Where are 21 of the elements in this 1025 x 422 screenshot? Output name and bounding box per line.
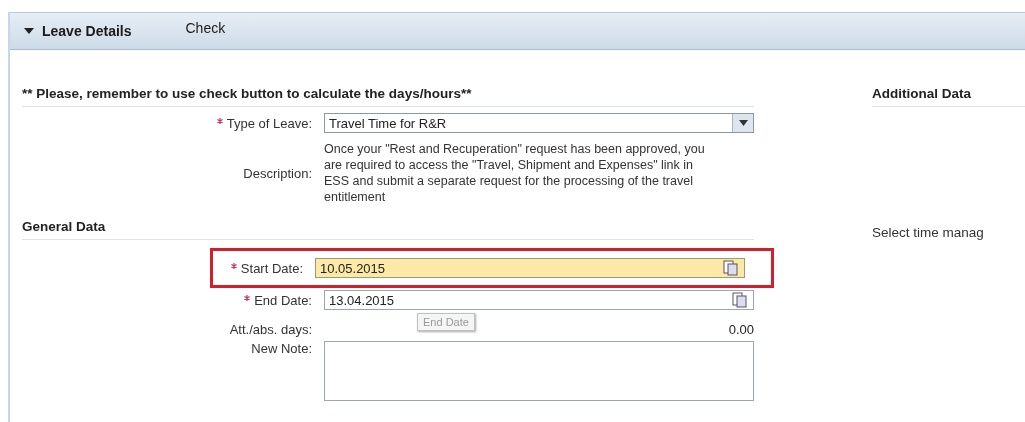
collapse-icon — [24, 27, 34, 35]
notice-text: ** Please, remember to use check button to calculate the days/hours** — [22, 86, 754, 107]
field-label: End Date: — [254, 292, 312, 308]
field-label: Type of Leave: — [226, 115, 312, 131]
check-button[interactable]: Check — [185, 20, 226, 36]
tooltip: End Date — [417, 313, 475, 331]
section-title: General Data — [22, 219, 754, 240]
section-toggle[interactable]: Leave Details — [24, 23, 132, 39]
section-title: Additional Data — [872, 86, 1025, 107]
side-text: Select time manag — [872, 225, 985, 240]
field-value: 13.04.2015 — [329, 292, 395, 308]
field-label: New Note: — [251, 341, 312, 356]
note-field[interactable] — [324, 341, 754, 401]
field-label: Start Date: — [240, 260, 303, 276]
field-label: Att./abs. days: — [229, 322, 312, 337]
field-label: Description: — [243, 165, 312, 181]
dropdown-caret-icon[interactable] — [732, 114, 753, 132]
date-field[interactable]: 10.05.2015 — [315, 258, 745, 278]
description-text: Once your "Rest and Recuperation" request has been approved, you are required to access the "Travel, Shipment and Expenses" link in ESS and submit a separate request for the processing of the travel entitlement — [324, 141, 706, 205]
leave-type-dropdown[interactable]: Travel Time for R&R — [324, 113, 754, 133]
field-value: 10.05.2015 — [320, 260, 386, 276]
